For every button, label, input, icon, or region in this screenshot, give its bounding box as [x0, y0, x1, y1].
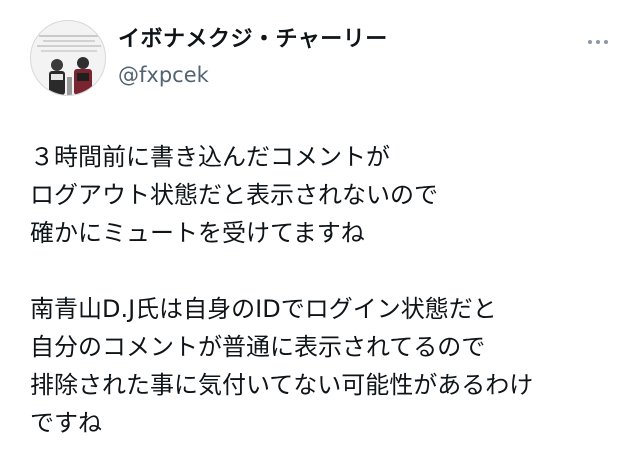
tweet-line: ですね: [30, 409, 102, 437]
more-dot: [596, 40, 600, 44]
avatar[interactable]: [30, 20, 106, 96]
tweet-line: 南青山D.J氏は自身のIDでログイン状態だと: [30, 295, 497, 323]
user-handle[interactable]: @fxpcek: [118, 62, 388, 88]
more-dot: [604, 40, 608, 44]
tweet-line: 排除された事に気付いてない可能性があるわけ: [30, 371, 534, 399]
author-block: イボナメクジ・チャーリー @fxpcek: [118, 26, 388, 88]
tweet-line: ３時間前に書き込んだコメントが: [30, 143, 390, 171]
tweet-text: ３時間前に書き込んだコメントが ログアウト状態だと表示されないので 確かにミュー…: [30, 138, 630, 442]
more-dot: [588, 40, 592, 44]
avatar-image: [31, 21, 105, 95]
more-options-button[interactable]: [580, 34, 610, 50]
tweet-header: イボナメクジ・チャーリー @fxpcek: [0, 0, 640, 110]
tweet-line: ログアウト状態だと表示されないので: [30, 181, 438, 209]
display-name[interactable]: イボナメクジ・チャーリー: [118, 26, 388, 54]
more-options-icon: [588, 40, 608, 44]
tweet-line: 確かにミュートを受けてますね: [30, 219, 365, 247]
tweet-line: 自分のコメントが普通に表示されてるので: [30, 333, 486, 361]
